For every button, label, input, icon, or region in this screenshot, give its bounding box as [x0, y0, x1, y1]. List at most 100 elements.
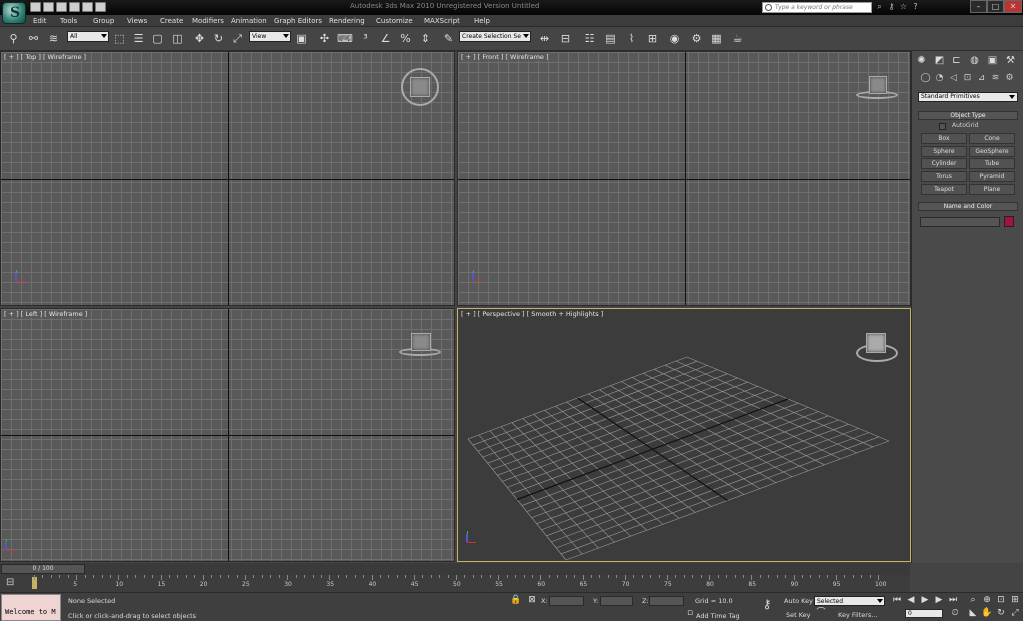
object-name-field[interactable]: [920, 217, 1000, 227]
key-icon[interactable]: ⚷: [887, 2, 896, 12]
project-folder-icon[interactable]: [95, 2, 106, 12]
primitive-category-dropdown[interactable]: Standard Primitives: [918, 92, 1018, 102]
menu-edit[interactable]: Edit: [33, 17, 47, 25]
angle-snap-icon[interactable]: ∠: [378, 31, 393, 46]
viewport-label-left[interactable]: [ + ] [ Left ] [ Wireframe ]: [4, 310, 88, 318]
tube-button[interactable]: Tube: [969, 158, 1015, 169]
layer-manager-icon[interactable]: ☷: [582, 31, 597, 46]
zoom-extents-all-icon[interactable]: ⊞: [1008, 595, 1022, 606]
teapot-button[interactable]: Teapot: [921, 184, 967, 195]
viewcube-icon[interactable]: [869, 76, 887, 94]
select-manipulate-icon[interactable]: ✣: [317, 31, 332, 46]
cameras-icon[interactable]: ⊡: [962, 73, 973, 84]
object-type-rollout-header[interactable]: Object Type: [918, 111, 1018, 120]
autogrid-checkbox[interactable]: [939, 123, 946, 130]
application-button-icon[interactable]: [2, 2, 26, 24]
open-file-icon[interactable]: [43, 2, 54, 12]
orbit-icon[interactable]: ↻: [994, 608, 1008, 619]
geometry-icon[interactable]: ◯: [920, 73, 931, 84]
display-tab-icon[interactable]: ▣: [986, 54, 999, 67]
viewport-perspective[interactable]: [ + ] [ Perspective ] [ Smooth + Highlig…: [457, 308, 911, 562]
maximize-viewport-icon[interactable]: ⤢: [1008, 608, 1022, 619]
previous-frame-icon[interactable]: ◀: [904, 595, 918, 606]
time-slider[interactable]: 0 / 100: [1, 564, 85, 574]
pyramid-button[interactable]: Pyramid: [969, 171, 1015, 182]
y-coordinate-field[interactable]: [600, 596, 633, 606]
close-button[interactable]: ✕: [1004, 0, 1022, 13]
minimize-button[interactable]: –: [970, 0, 987, 13]
cone-button[interactable]: Cone: [969, 133, 1015, 144]
viewport-top[interactable]: [ + ] [ Top ] [ Wireframe ]: [0, 51, 455, 306]
box-button[interactable]: Box: [921, 133, 967, 144]
snaps-toggle-icon[interactable]: ³: [358, 31, 373, 46]
go-to-end-icon[interactable]: ⏭: [946, 595, 960, 606]
key-filters-button[interactable]: Key Filters...: [838, 611, 878, 619]
name-color-rollout-header[interactable]: Name and Color: [918, 202, 1018, 211]
time-tag-icon[interactable]: ▫: [683, 608, 697, 619]
save-file-icon[interactable]: [56, 2, 67, 12]
next-frame-icon[interactable]: ▶: [932, 595, 946, 606]
menu-modifiers[interactable]: Modifiers: [192, 17, 224, 25]
z-coordinate-field[interactable]: [649, 596, 684, 606]
new-file-icon[interactable]: [30, 2, 41, 12]
viewport-label-perspective[interactable]: [ + ] [ Perspective ] [ Smooth + Highlig…: [461, 310, 603, 318]
menu-group[interactable]: Group: [93, 17, 114, 25]
menu-help[interactable]: Help: [474, 17, 490, 25]
modify-tab-icon[interactable]: ◩: [933, 54, 946, 67]
menu-rendering[interactable]: Rendering: [329, 17, 365, 25]
viewcube-icon[interactable]: [411, 333, 431, 351]
rectangular-selection-icon[interactable]: ▢: [150, 31, 165, 46]
hierarchy-tab-icon[interactable]: ⊏: [950, 54, 963, 67]
edit-named-selection-icon[interactable]: ✎: [441, 31, 456, 46]
material-editor-icon[interactable]: ◉: [667, 31, 682, 46]
systems-icon[interactable]: ⚙: [1004, 73, 1015, 84]
spinner-snap-icon[interactable]: ⇕: [418, 31, 433, 46]
x-coordinate-field[interactable]: [549, 596, 584, 606]
menu-maxscript[interactable]: MAXScript: [424, 17, 460, 25]
menu-graph-editors[interactable]: Graph Editors: [274, 17, 322, 25]
viewcube-icon[interactable]: [866, 333, 886, 353]
default-tangent-icon[interactable]: ⌒: [814, 608, 828, 619]
bind-spacewarp-icon[interactable]: ≋: [46, 31, 61, 46]
align-icon[interactable]: ⊟: [558, 31, 573, 46]
named-selection-set-dropdown[interactable]: Create Selection Se: [459, 31, 531, 42]
move-icon[interactable]: ✥: [192, 31, 207, 46]
motion-tab-icon[interactable]: ◍: [968, 54, 981, 67]
menu-tools[interactable]: Tools: [60, 17, 77, 25]
selection-filter-dropdown[interactable]: All: [67, 31, 109, 42]
redo-icon[interactable]: [82, 2, 93, 12]
zoom-extents-icon[interactable]: ⊡: [994, 595, 1008, 606]
sphere-button[interactable]: Sphere: [921, 146, 967, 157]
geosphere-button[interactable]: GeoSphere: [969, 146, 1015, 157]
selection-lock-icon[interactable]: 🔒: [509, 595, 523, 606]
window-crossing-icon[interactable]: ◫: [170, 31, 185, 46]
select-object-icon[interactable]: ⬚: [112, 31, 127, 46]
rendered-frame-window-icon[interactable]: ▦: [709, 31, 724, 46]
mirror-icon[interactable]: ⇹: [537, 31, 552, 46]
render-setup-icon[interactable]: ⚙: [689, 31, 704, 46]
menu-views[interactable]: Views: [127, 17, 147, 25]
viewcube-icon[interactable]: [410, 77, 430, 97]
torus-button[interactable]: Torus: [921, 171, 967, 182]
undo-icon[interactable]: [69, 2, 80, 12]
viewport-label-top[interactable]: [ + ] [ Top ] [ Wireframe ]: [4, 53, 87, 61]
zoom-all-icon[interactable]: ⊕: [980, 595, 994, 606]
search-input[interactable]: Type a keyword or phrase: [762, 2, 872, 13]
utilities-tab-icon[interactable]: ⚒: [1004, 54, 1017, 67]
graphite-ribbon-icon[interactable]: ▤: [603, 31, 618, 46]
shapes-icon[interactable]: ◔: [934, 73, 945, 84]
percent-snap-icon[interactable]: %: [398, 31, 413, 46]
mini-curve-editor-icon[interactable]: ⊟: [6, 577, 14, 588]
auto-key-button[interactable]: Auto Key: [784, 597, 813, 605]
unlink-icon[interactable]: ⚯: [26, 31, 41, 46]
set-key-icon[interactable]: ⚷: [760, 598, 774, 610]
select-by-name-icon[interactable]: ☰: [131, 31, 146, 46]
cylinder-button[interactable]: Cylinder: [921, 158, 967, 169]
field-of-view-icon[interactable]: ◣: [966, 608, 980, 619]
curve-editor-icon[interactable]: ⌇: [624, 31, 639, 46]
current-frame-field[interactable]: 0: [905, 609, 943, 618]
maximize-button[interactable]: □: [987, 0, 1004, 13]
time-configuration-icon[interactable]: ⏲: [948, 608, 962, 619]
create-tab-icon[interactable]: ✺: [915, 54, 928, 67]
play-icon[interactable]: ▶: [918, 595, 932, 606]
